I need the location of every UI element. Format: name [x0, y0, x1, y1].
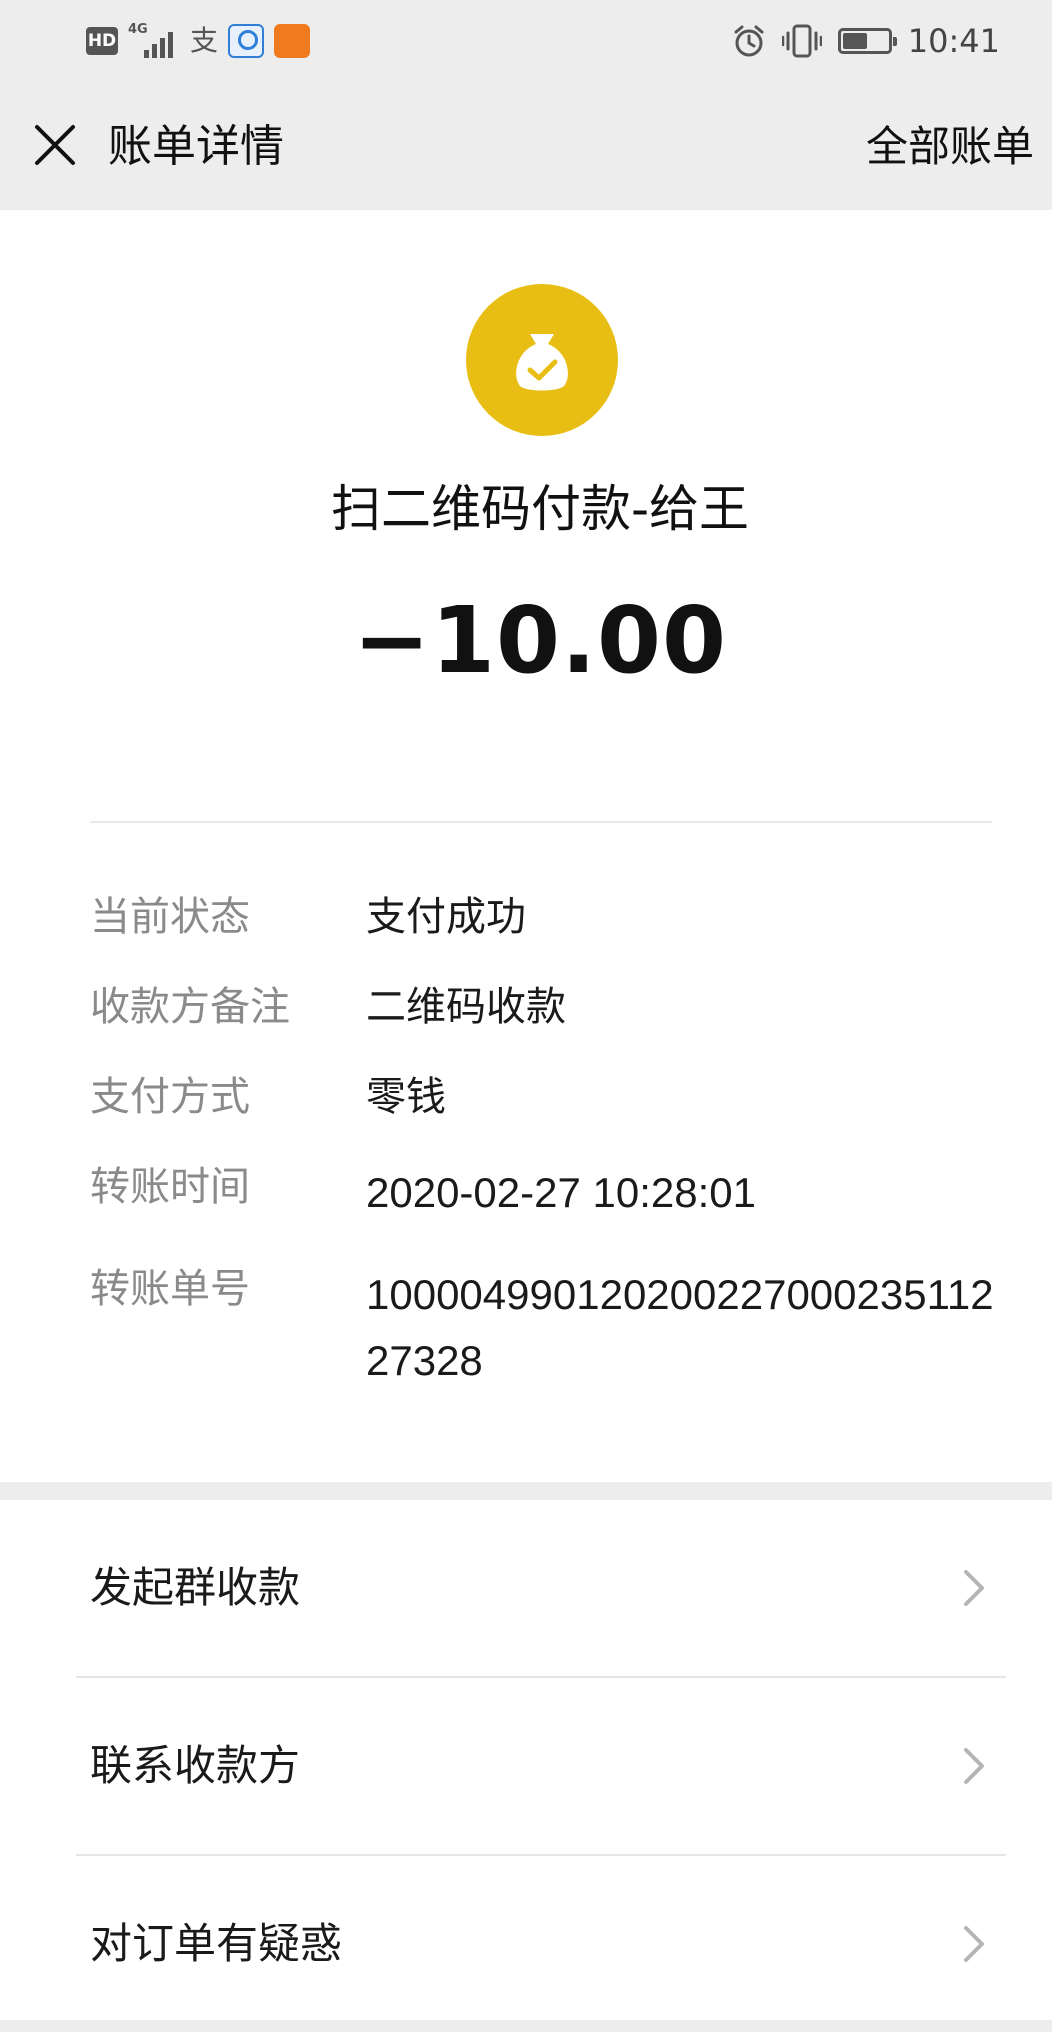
detail-label: 转账单号 [90, 1266, 250, 1312]
hd-icon: HD [86, 27, 118, 55]
detail-label: 转账时间 [90, 1164, 250, 1210]
close-button[interactable] [30, 120, 80, 170]
chevron-right-icon [964, 1748, 984, 1784]
detail-value: 2020-02-27 10:28:01 [366, 1169, 756, 1216]
transfer-number-value: 100004990120200227000235112 27328 [366, 1271, 994, 1384]
detail-label: 当前状态 [90, 894, 250, 940]
action-label: 发起群收款 [90, 1563, 301, 1612]
detail-label: 收款方备注 [90, 984, 290, 1030]
action-list: 发起群收款 联系收款方 对订单有疑惑 [0, 1500, 1052, 2020]
signal-icon: 4G [128, 22, 180, 60]
action-contact-payee[interactable]: 联系收款方 [0, 1678, 1052, 1854]
detail-value: 二维码收款 [366, 984, 566, 1030]
detail-row-payment-method: 支付方式 零钱 [90, 1070, 1010, 1124]
page-title: 账单详情 [108, 121, 284, 172]
app-notification-icon-orange [274, 24, 311, 58]
payment-amount: −10.00 [352, 587, 728, 694]
detail-label: 支付方式 [90, 1074, 250, 1120]
divider [90, 821, 992, 823]
alarm-icon [734, 25, 764, 57]
chevron-right-icon [964, 1570, 984, 1606]
merchant-title: 扫二维码付款-给王 [330, 480, 750, 538]
detail-row-transfer-number: 转账单号 100004990120200227000235112 27328 [90, 1262, 1010, 1394]
all-bills-link[interactable]: 全部账单 [866, 120, 1034, 174]
close-icon [35, 125, 75, 165]
detail-row-transfer-time: 转账时间 2020-02-27 10:28:01 [90, 1160, 1010, 1226]
battery-icon [837, 28, 897, 54]
chevron-right-icon [964, 1926, 984, 1962]
payment-detail-card: 扫二维码付款-给王 −10.00 当前状态 支付成功 收款方备注 二维码收款 支… [0, 210, 1052, 1482]
vibrate-icon [781, 24, 822, 58]
status-right-icons: 10:41 [732, 20, 1000, 62]
nav-bar: 账单详情 全部账单 [0, 82, 1052, 210]
action-label: 对订单有疑惑 [90, 1919, 343, 1968]
status-left-icons: HD 4G 支 [86, 22, 311, 60]
app-notification-icon [228, 24, 265, 58]
action-label: 联系收款方 [90, 1741, 301, 1790]
status-bar: HD 4G 支 10:41 [0, 0, 1052, 82]
detail-row-payee-note: 收款方备注 二维码收款 [90, 980, 1010, 1034]
action-group-collect[interactable]: 发起群收款 [0, 1500, 1052, 1676]
money-bag-check-icon [466, 284, 618, 436]
alipay-icon: 支 [190, 24, 219, 57]
action-order-question[interactable]: 对订单有疑惑 [0, 1856, 1052, 2032]
detail-info-list: 当前状态 支付成功 收款方备注 二维码收款 支付方式 零钱 转账时间 2020-… [90, 890, 1010, 1430]
detail-row-status: 当前状态 支付成功 [90, 890, 1010, 944]
detail-value: 零钱 [366, 1074, 446, 1120]
status-time: 10:41 [907, 22, 1000, 60]
detail-value: 支付成功 [366, 894, 526, 940]
